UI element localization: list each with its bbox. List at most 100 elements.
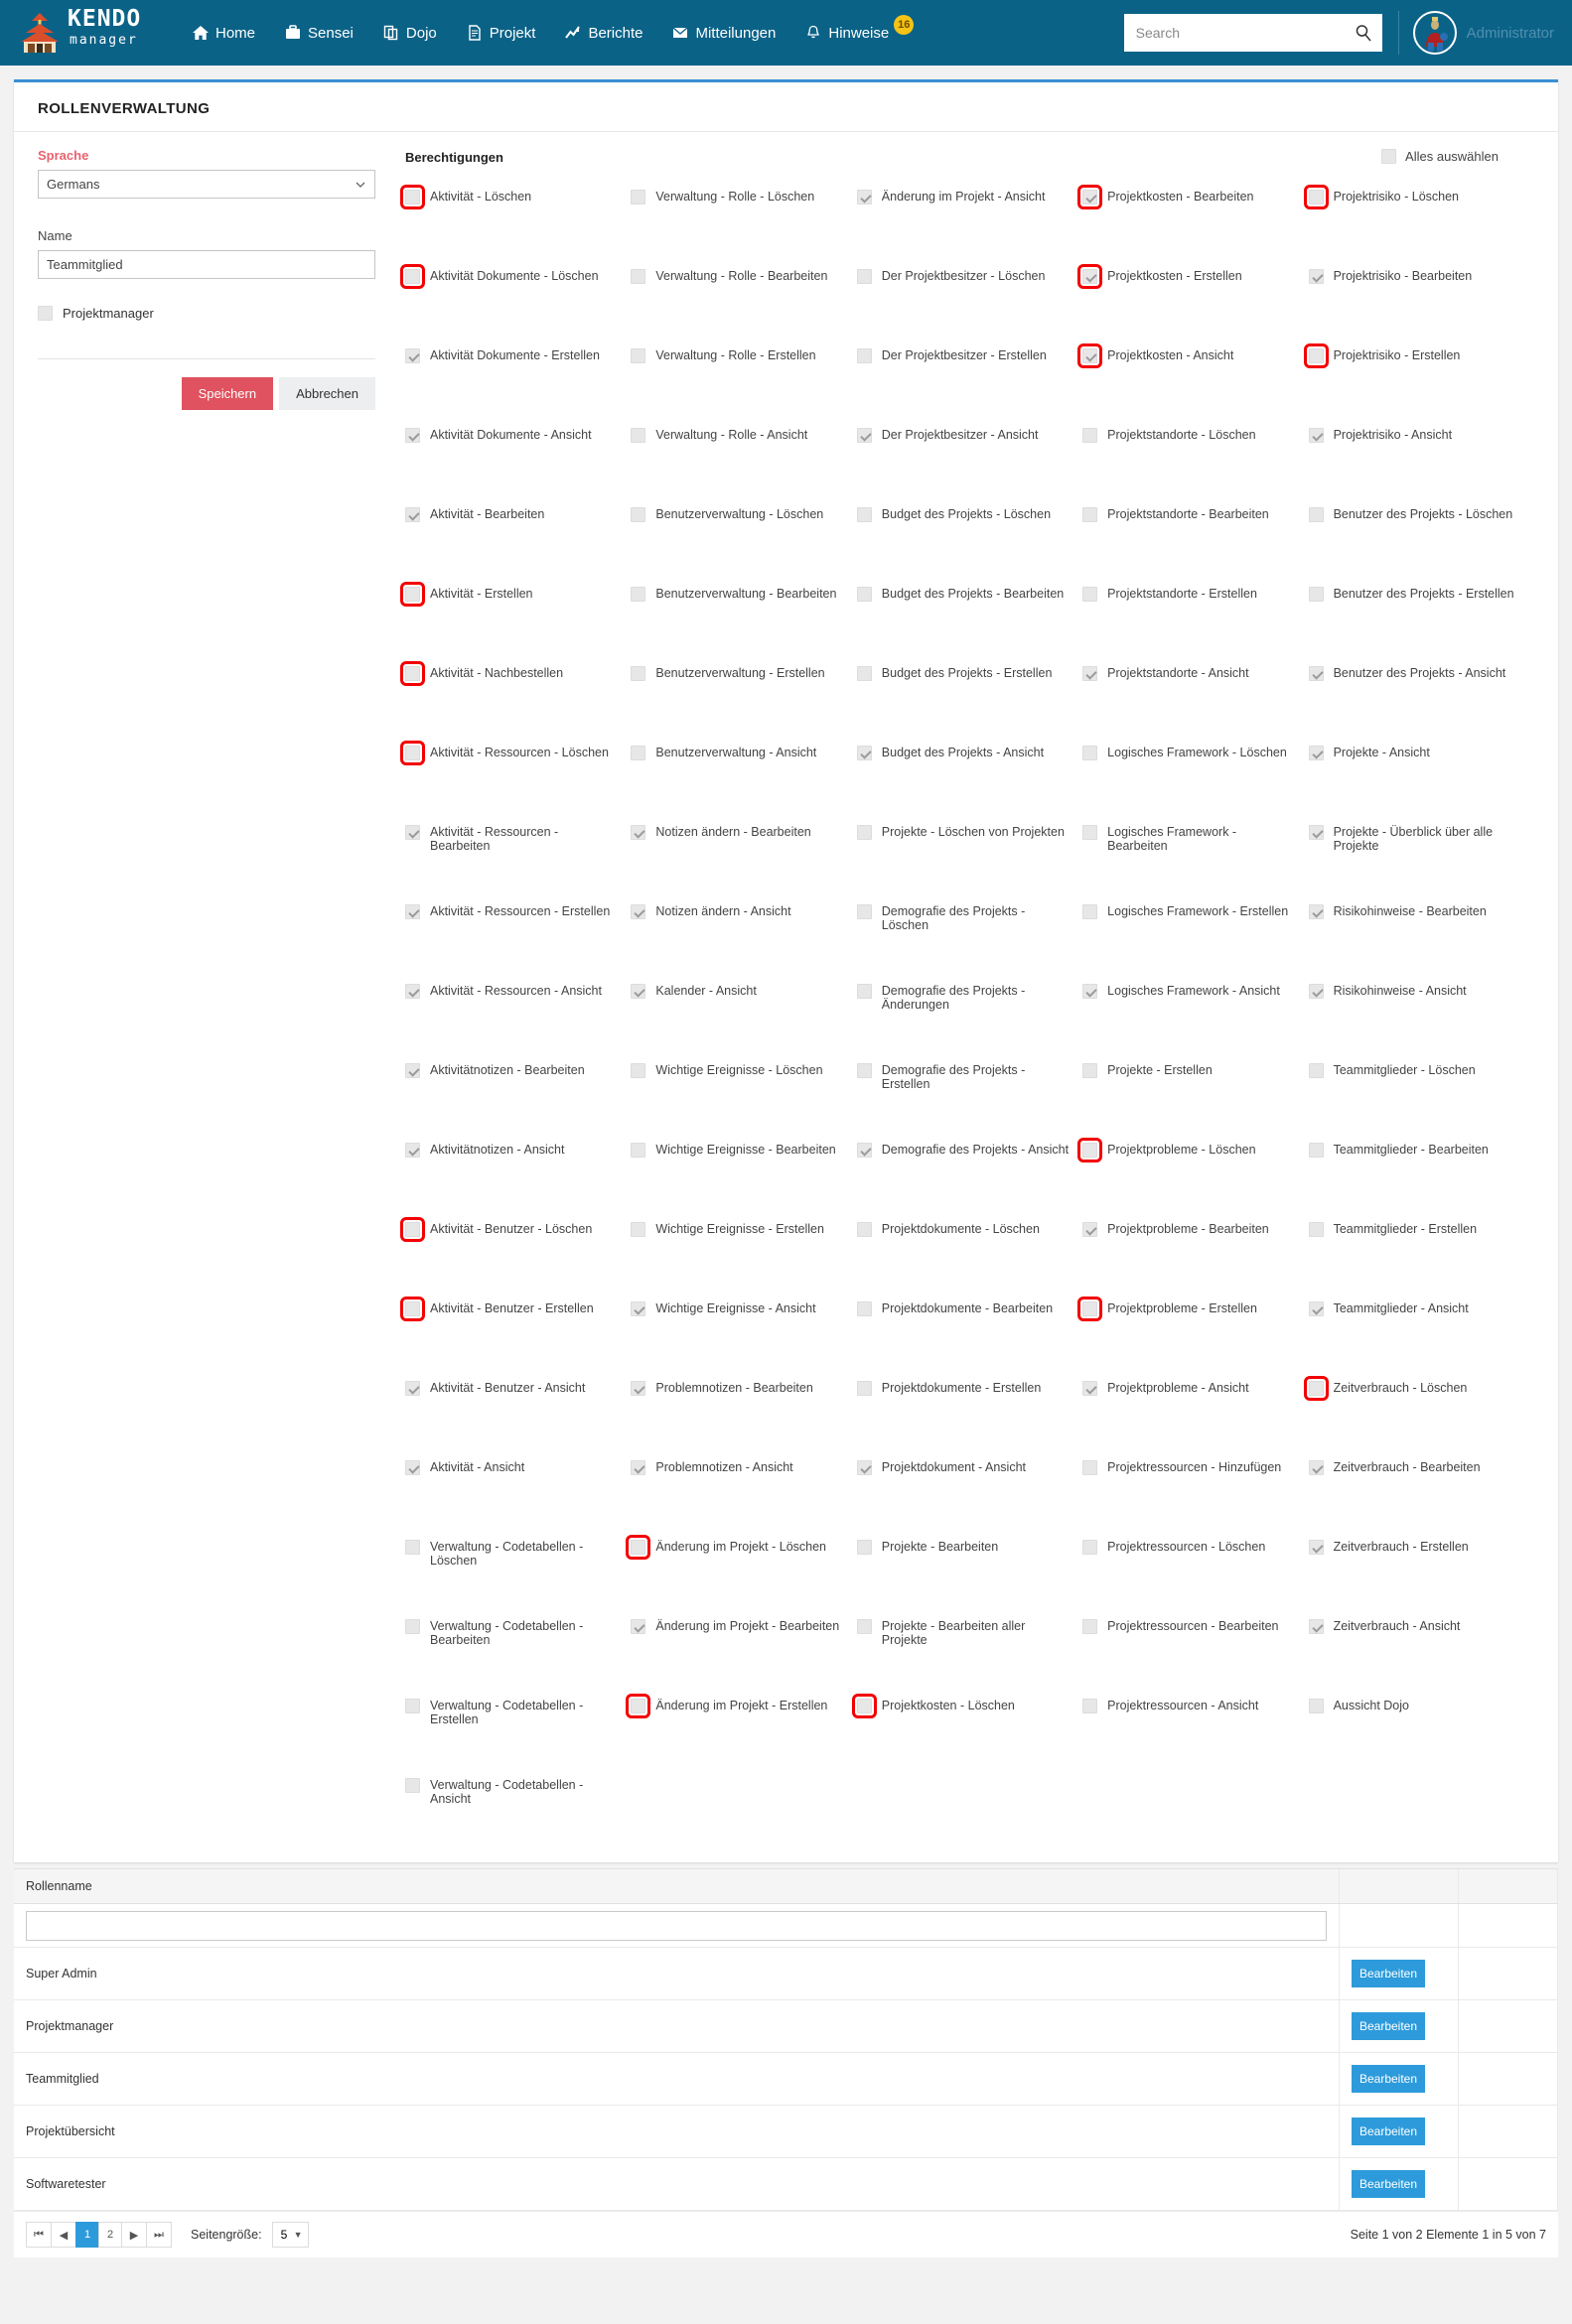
permission-item[interactable]: Budget des Projekts - Bearbeiten [856,586,1082,665]
permission-item[interactable]: Projektstandorte - Löschen [1082,427,1308,506]
permission-checkbox[interactable] [856,348,872,363]
permission-checkbox[interactable] [405,507,420,522]
permission-item[interactable]: Der Projektbesitzer - Erstellen [856,347,1082,427]
avatar[interactable] [1412,11,1457,55]
permission-item[interactable]: Demografie des Projekts - Löschen [856,903,1082,983]
permission-item[interactable]: Demografie des Projekts - Änderungen [856,983,1082,1062]
permission-checkbox[interactable] [405,1381,420,1396]
permission-item[interactable]: Projektkosten - Bearbeiten [1077,185,1308,268]
permission-checkbox[interactable] [1308,507,1324,522]
permission-item[interactable]: Projektkosten - Löschen [851,1694,1082,1777]
permission-checkbox[interactable] [631,904,646,919]
permission-checkbox[interactable] [1308,1063,1324,1078]
permission-item[interactable]: Wichtige Ereignisse - Erstellen [631,1221,856,1300]
permission-item[interactable]: Logisches Framework - Erstellen [1082,903,1308,983]
permission-checkbox[interactable] [856,507,872,522]
permission-checkbox[interactable] [400,741,425,765]
permission-checkbox[interactable] [631,825,646,840]
permission-item[interactable]: Aktivität Dokumente - Erstellen [405,347,631,427]
permission-checkbox[interactable] [631,746,646,760]
permission-item[interactable]: Änderung im Projekt - Erstellen [626,1694,856,1777]
permission-checkbox[interactable] [400,1297,425,1321]
permission-item[interactable]: Budget des Projekts - Erstellen [856,665,1082,745]
permission-checkbox[interactable] [626,1694,651,1718]
permission-checkbox[interactable] [1077,264,1103,289]
permission-checkbox[interactable] [1308,428,1324,443]
permission-checkbox[interactable] [1082,746,1098,760]
permission-item[interactable]: Aktivität - Ressourcen - Erstellen [405,903,631,983]
permission-item[interactable]: Aktivität - Benutzer - Löschen [400,1217,631,1300]
permission-checkbox[interactable] [405,428,420,443]
permission-checkbox[interactable] [1303,343,1329,368]
permission-item[interactable]: Aktivität - Erstellen [400,582,631,665]
permission-checkbox[interactable] [631,1143,646,1158]
permission-item[interactable]: Verwaltung - Codetabellen - Erstellen [405,1698,631,1777]
permission-item[interactable]: Projektkosten - Ansicht [1077,343,1308,427]
permission-checkbox[interactable] [1082,984,1098,999]
pagesize-select[interactable]: 5 [271,2222,309,2248]
permission-checkbox[interactable] [856,1381,872,1396]
permission-item[interactable]: Verwaltung - Rolle - Erstellen [631,347,856,427]
permission-checkbox[interactable] [1308,825,1324,840]
permission-checkbox[interactable] [1082,1699,1098,1713]
permission-checkbox[interactable] [856,1063,872,1078]
permission-checkbox[interactable] [1077,1297,1103,1321]
nav-item-hinweise[interactable]: Hinweise 16 [805,15,916,43]
permission-checkbox[interactable] [405,825,420,840]
permission-checkbox[interactable] [856,1540,872,1555]
permission-checkbox[interactable] [1082,428,1098,443]
permission-item[interactable]: Projekte - Ansicht [1308,745,1534,824]
permission-checkbox[interactable] [1308,1222,1324,1237]
permission-checkbox[interactable] [856,666,872,681]
permission-checkbox[interactable] [856,746,872,760]
permission-checkbox[interactable] [405,1778,420,1793]
permission-checkbox[interactable] [631,666,646,681]
nav-item-projekt[interactable]: Projekt [467,25,535,42]
permission-item[interactable]: Teammitglieder - Löschen [1308,1062,1534,1142]
permission-item[interactable]: Demografie des Projekts - Ansicht [856,1142,1082,1221]
projectmanager-checkbox[interactable] [38,306,53,321]
permission-item[interactable]: Der Projektbesitzer - Ansicht [856,427,1082,506]
permission-item[interactable]: Aktivitätnotizen - Bearbeiten [405,1062,631,1142]
edit-button[interactable]: Bearbeiten [1352,2012,1425,2040]
permission-item[interactable]: Projektrisiko - Erstellen [1303,343,1534,427]
permission-item[interactable]: Projektrisiko - Löschen [1303,185,1534,268]
permission-checkbox[interactable] [405,1619,420,1634]
permission-item[interactable]: Aktivität - Nachbestellen [400,661,631,745]
permission-item[interactable]: Aktivität - Ressourcen - Löschen [400,741,631,824]
permission-item[interactable]: Benutzer des Projekts - Löschen [1308,506,1534,586]
permission-item[interactable]: Änderung im Projekt - Löschen [626,1535,856,1618]
permission-checkbox[interactable] [856,428,872,443]
permission-checkbox[interactable] [405,1063,420,1078]
permission-item[interactable]: Projektressourcen - Ansicht [1082,1698,1308,1777]
permission-checkbox[interactable] [631,1063,646,1078]
permission-checkbox[interactable] [405,1540,420,1555]
nav-item-berichte[interactable]: Berichte [565,25,643,42]
permission-item[interactable]: Teammitglieder - Erstellen [1308,1221,1534,1300]
permission-item[interactable]: Projektdokumente - Erstellen [856,1380,1082,1459]
permission-checkbox[interactable] [1308,587,1324,602]
edit-button[interactable]: Bearbeiten [1352,1960,1425,1987]
permission-checkbox[interactable] [856,904,872,919]
permission-checkbox[interactable] [631,1381,646,1396]
permission-checkbox[interactable] [631,348,646,363]
permission-checkbox[interactable] [400,661,425,686]
permission-item[interactable]: Benutzerverwaltung - Erstellen [631,665,856,745]
language-select[interactable]: Germans [38,170,375,199]
save-button[interactable]: Speichern [181,377,274,410]
search-input[interactable] [1123,14,1382,52]
name-input[interactable] [38,250,375,279]
permission-item[interactable]: Änderung im Projekt - Bearbeiten [631,1618,856,1698]
table-row[interactable]: Teammitglied Bearbeiten [14,2052,1558,2106]
permission-item[interactable]: Projekte - Erstellen [1082,1062,1308,1142]
permission-checkbox[interactable] [856,1460,872,1475]
permission-checkbox[interactable] [1082,1222,1098,1237]
permission-checkbox[interactable] [405,904,420,919]
permission-item[interactable]: Benutzer des Projekts - Erstellen [1308,586,1534,665]
permission-checkbox[interactable] [856,587,872,602]
permission-checkbox[interactable] [400,1217,425,1242]
permission-checkbox[interactable] [631,507,646,522]
permission-checkbox[interactable] [631,190,646,205]
permission-checkbox[interactable] [1077,343,1103,368]
permission-item[interactable]: Projektressourcen - Bearbeiten [1082,1618,1308,1698]
